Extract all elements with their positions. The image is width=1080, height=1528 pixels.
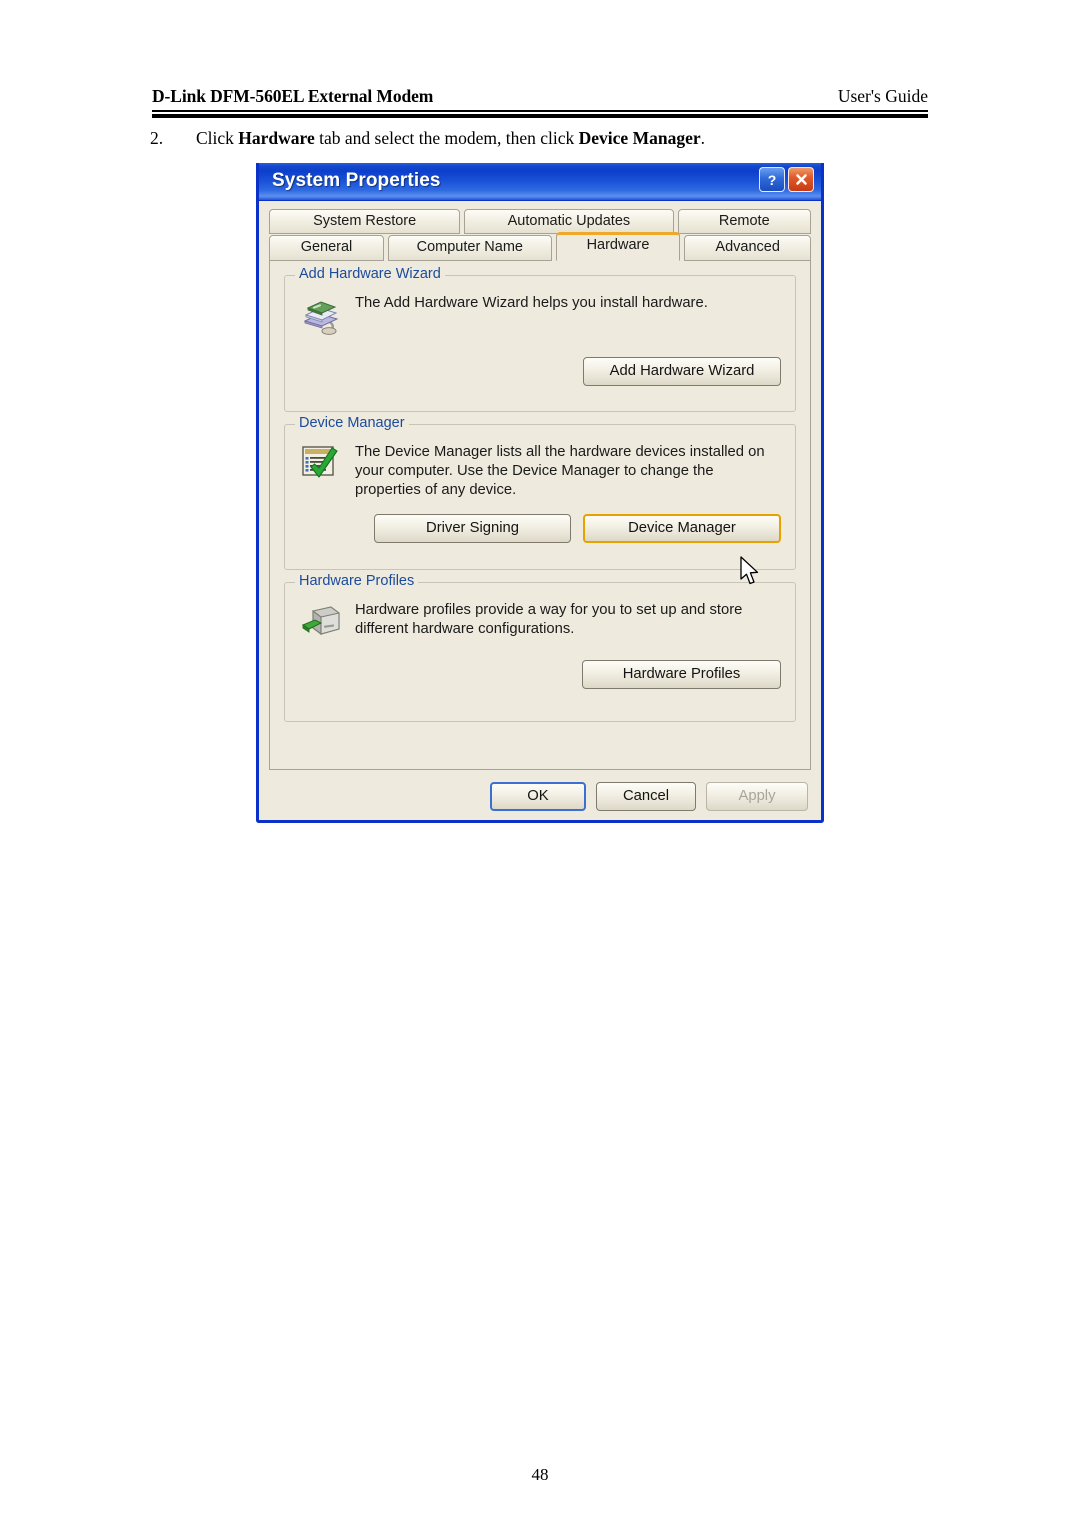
instruction-text-part2: tab and select the modem, then click bbox=[314, 128, 579, 148]
cancel-button[interactable]: Cancel bbox=[596, 782, 696, 811]
group-add-hardware-wizard: Add Hardware Wizard The Add Hardware Wiz… bbox=[284, 266, 796, 412]
apply-button: Apply bbox=[706, 782, 808, 811]
dialog-footer: OK Cancel Apply bbox=[259, 782, 821, 811]
driver-signing-button[interactable]: Driver Signing bbox=[374, 513, 571, 543]
group-hardware-profiles: Hardware Profiles Hardware profiles prov… bbox=[284, 573, 796, 722]
header-rule-thin bbox=[152, 110, 928, 112]
instruction-step: 2. Click Hardware tab and select the mode… bbox=[150, 128, 940, 149]
tab-general[interactable]: General bbox=[269, 235, 384, 261]
dialog-title: System Properties bbox=[272, 170, 441, 191]
page-number: 48 bbox=[531, 1465, 549, 1484]
group-description-hardware-profiles: Hardware profiles provide a way for you … bbox=[355, 602, 743, 637]
tab-remote[interactable]: Remote bbox=[677, 209, 811, 234]
device-manager-button[interactable]: Device Manager bbox=[583, 513, 781, 543]
instruction-text-part1: Click bbox=[196, 128, 239, 148]
titlebar-buttons: ? bbox=[759, 167, 814, 192]
group-device-manager: Device Manager The Device Manager lists … bbox=[284, 415, 796, 570]
close-icon[interactable] bbox=[788, 167, 814, 192]
system-properties-dialog: System Properties ? System Restore Autom… bbox=[256, 163, 824, 823]
hardware-profiles-button[interactable]: Hardware Profiles bbox=[582, 660, 781, 689]
tab-advanced[interactable]: Advanced bbox=[684, 235, 811, 261]
tab-hardware[interactable]: Hardware bbox=[555, 232, 681, 261]
tab-strip: System Restore Automatic Updates Remote … bbox=[259, 201, 821, 261]
tab-automatic-updates[interactable]: Automatic Updates bbox=[464, 209, 674, 234]
instruction-bold-device-manager: Device Manager bbox=[578, 128, 701, 148]
ok-button[interactable]: OK bbox=[490, 782, 586, 811]
svg-text:?: ? bbox=[768, 172, 777, 188]
hardware-tab-panel: Add Hardware Wizard The Add Hardware Wiz… bbox=[269, 261, 811, 770]
tab-system-restore[interactable]: System Restore bbox=[269, 209, 461, 234]
group-description-add-hardware-wizard: The Add Hardware Wizard helps you instal… bbox=[355, 295, 708, 311]
dialog-titlebar: System Properties ? bbox=[259, 163, 821, 201]
tab-row-top: System Restore Automatic Updates Remote bbox=[269, 209, 811, 234]
tab-row-bottom: General Computer Name Hardware Advanced bbox=[269, 232, 811, 261]
header-title-right: User's Guide bbox=[837, 86, 928, 106]
add-hardware-wizard-icon bbox=[299, 292, 345, 343]
device-manager-icon bbox=[299, 441, 345, 490]
tab-computer-name[interactable]: Computer Name bbox=[387, 235, 552, 261]
help-icon[interactable]: ? bbox=[759, 167, 785, 192]
group-description-device-manager: The Device Manager lists all the hardwar… bbox=[355, 444, 765, 498]
add-hardware-wizard-button[interactable]: Add Hardware Wizard bbox=[583, 357, 781, 386]
header-title-left: D-Link DFM-560EL External Modem bbox=[152, 86, 434, 106]
hardware-profiles-icon bbox=[299, 599, 345, 646]
header-rule-thick bbox=[152, 114, 928, 118]
step-number: 2. bbox=[150, 128, 164, 148]
instruction-text-part3: . bbox=[700, 128, 705, 148]
instruction-bold-hardware: Hardware bbox=[238, 128, 315, 148]
